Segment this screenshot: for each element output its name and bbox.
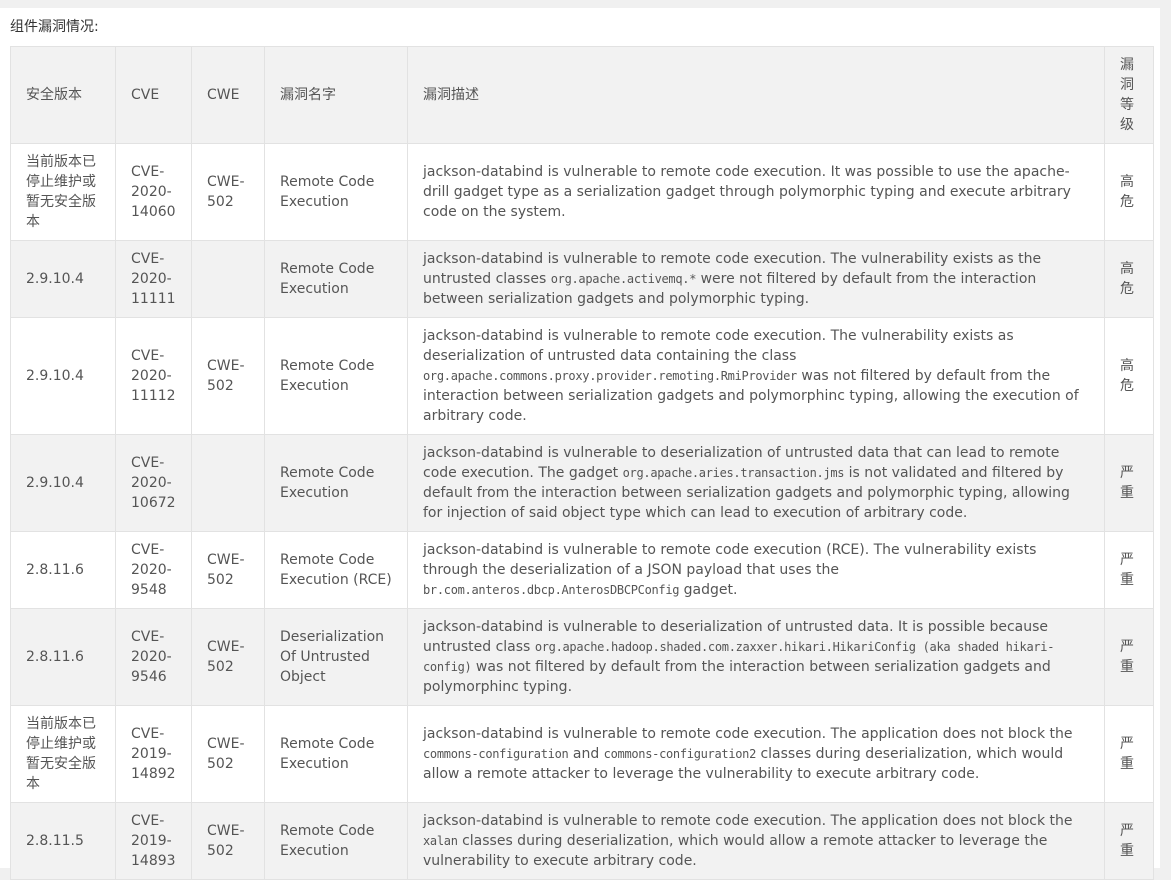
cell-cwe-id: CWE-502 — [191, 608, 265, 706]
cell-severity-level: 严重 — [1104, 531, 1154, 609]
cell-vuln-name: Remote Code Execution — [264, 434, 408, 532]
content-panel: 组件漏洞情况: 安全版本 CVE CWE 漏洞名字 漏洞描述 漏洞等级 当前版本… — [0, 8, 1160, 880]
column-header-cwe: CWE — [191, 46, 265, 144]
cell-vuln-description: jackson-databind is vulnerable to remote… — [407, 317, 1105, 435]
cell-vuln-name: Remote Code Execution — [264, 317, 408, 435]
cell-vuln-description: jackson-databind is vulnerable to remote… — [407, 705, 1105, 803]
column-header-description: 漏洞描述 — [407, 46, 1105, 144]
table-row: 2.9.10.4 CVE-2020-11111 Remote Code Execut… — [10, 240, 1154, 318]
cell-severity-level: 高危 — [1104, 143, 1154, 241]
cell-cve-id: CVE-2019-14893 — [115, 802, 192, 880]
cell-safe-version: 当前版本已停止维护或暂无安全版本 — [10, 705, 116, 803]
cell-safe-version: 2.9.10.4 — [10, 434, 116, 532]
cell-vuln-name: Remote Code Execution — [264, 143, 408, 241]
cell-cve-id: CVE-2020-9548 — [115, 531, 192, 609]
table-row: 2.9.10.4 CVE-2020-10672 Remote Code Execut… — [10, 434, 1154, 532]
column-header-version: 安全版本 — [10, 46, 116, 144]
cell-severity-level: 高危 — [1104, 317, 1154, 435]
vulnerability-table: 安全版本 CVE CWE 漏洞名字 漏洞描述 漏洞等级 当前版本已停止维护或暂无… — [10, 46, 1154, 880]
cell-safe-version: 2.8.11.6 — [10, 531, 116, 609]
cell-cwe-id — [191, 240, 265, 318]
cell-severity-level: 高危 — [1104, 240, 1154, 318]
cell-severity-level: 严重 — [1104, 802, 1154, 880]
cell-safe-version: 2.8.11.5 — [10, 802, 116, 880]
cell-severity-level: 严重 — [1104, 705, 1154, 803]
table-row: 2.8.11.5 CVE-2019-14893 CWE-502 Remote Code… — [10, 802, 1154, 880]
table-header-row: 安全版本 CVE CWE 漏洞名字 漏洞描述 漏洞等级 — [10, 46, 1154, 144]
cell-vuln-description: jackson-databind is vulnerable to deseri… — [407, 434, 1105, 532]
inline-code: commons-configuration — [423, 747, 569, 761]
cell-safe-version: 当前版本已停止维护或暂无安全版本 — [10, 143, 116, 241]
description-text: was not filtered by default from the int… — [423, 659, 1051, 695]
cell-cwe-id: CWE-502 — [191, 705, 265, 803]
cell-cwe-id: CWE-502 — [191, 317, 265, 435]
column-header-name: 漏洞名字 — [264, 46, 408, 144]
cell-vuln-name: Remote Code Execution — [264, 802, 408, 880]
cell-cwe-id — [191, 434, 265, 532]
inline-code: org.apache.commons.proxy.provider.remoti… — [423, 369, 797, 383]
description-text: jackson-databind is vulnerable to remote… — [423, 328, 1014, 364]
column-header-level: 漏洞等级 — [1104, 46, 1154, 144]
cell-vuln-description: jackson-databind is vulnerable to deseri… — [407, 608, 1105, 706]
inline-code: org.apache.activemq.* — [550, 272, 697, 286]
cell-vuln-description: jackson-databind is vulnerable to remote… — [407, 802, 1105, 880]
cell-cwe-id: CWE-502 — [191, 143, 265, 241]
inline-code: commons-configuration2 — [603, 747, 757, 761]
cell-vuln-description: jackson-databind is vulnerable to remote… — [407, 240, 1105, 318]
cell-vuln-description: jackson-databind is vulnerable to remote… — [407, 143, 1105, 241]
cell-safe-version: 2.8.11.6 — [10, 608, 116, 706]
cell-vuln-description: jackson-databind is vulnerable to remote… — [407, 531, 1105, 609]
table-row: 当前版本已停止维护或暂无安全版本 CVE-2020-14060 CWE-502 Rem… — [10, 143, 1154, 241]
cell-safe-version: 2.9.10.4 — [10, 240, 116, 318]
cell-cve-id: CVE-2020-14060 — [115, 143, 192, 241]
description-text: jackson-databind is vulnerable to remote… — [423, 542, 1037, 578]
description-text: gadget. — [679, 582, 738, 598]
cell-cve-id: CVE-2020-9546 — [115, 608, 192, 706]
inline-code: xalan — [423, 834, 458, 848]
cell-vuln-name: Deserialization Of Untrusted Object — [264, 608, 408, 706]
cell-severity-level: 严重 — [1104, 608, 1154, 706]
cell-cwe-id: CWE-502 — [191, 802, 265, 880]
table-row: 2.8.11.6 CVE-2020-9546 CWE-502 Deserializat… — [10, 608, 1154, 706]
cell-cwe-id: CWE-502 — [191, 531, 265, 609]
description-text: jackson-databind is vulnerable to remote… — [423, 164, 1071, 220]
description-text: jackson-databind is vulnerable to remote… — [423, 726, 1073, 742]
description-text: jackson-databind is vulnerable to remote… — [423, 813, 1073, 829]
inline-code: org.apache.aries.transaction.jms — [622, 466, 845, 480]
cell-cve-id: CVE-2019-14892 — [115, 705, 192, 803]
table-row: 2.9.10.4 CVE-2020-11112 CWE-502 Remote Code… — [10, 317, 1154, 435]
cell-vuln-name: Remote Code Execution — [264, 240, 408, 318]
section-title: 组件漏洞情况: — [10, 19, 99, 35]
description-text: classes during deserialization, which wo… — [423, 833, 1048, 869]
column-header-cve: CVE — [115, 46, 192, 144]
table-row: 当前版本已停止维护或暂无安全版本 CVE-2019-14892 CWE-502 Rem… — [10, 705, 1154, 803]
cell-severity-level: 严重 — [1104, 434, 1154, 532]
cell-vuln-name: Remote Code Execution — [264, 705, 408, 803]
cell-vuln-name: Remote Code Execution (RCE) — [264, 531, 408, 609]
cell-cve-id: CVE-2020-11112 — [115, 317, 192, 435]
cell-safe-version: 2.9.10.4 — [10, 317, 116, 435]
description-text: and — [568, 746, 604, 762]
cell-cve-id: CVE-2020-10672 — [115, 434, 192, 532]
table-row: 2.8.11.6 CVE-2020-9548 CWE-502 Remote Code … — [10, 531, 1154, 609]
cell-cve-id: CVE-2020-11111 — [115, 240, 192, 318]
inline-code: br.com.anteros.dbcp.AnterosDBCPConfig — [423, 583, 680, 597]
